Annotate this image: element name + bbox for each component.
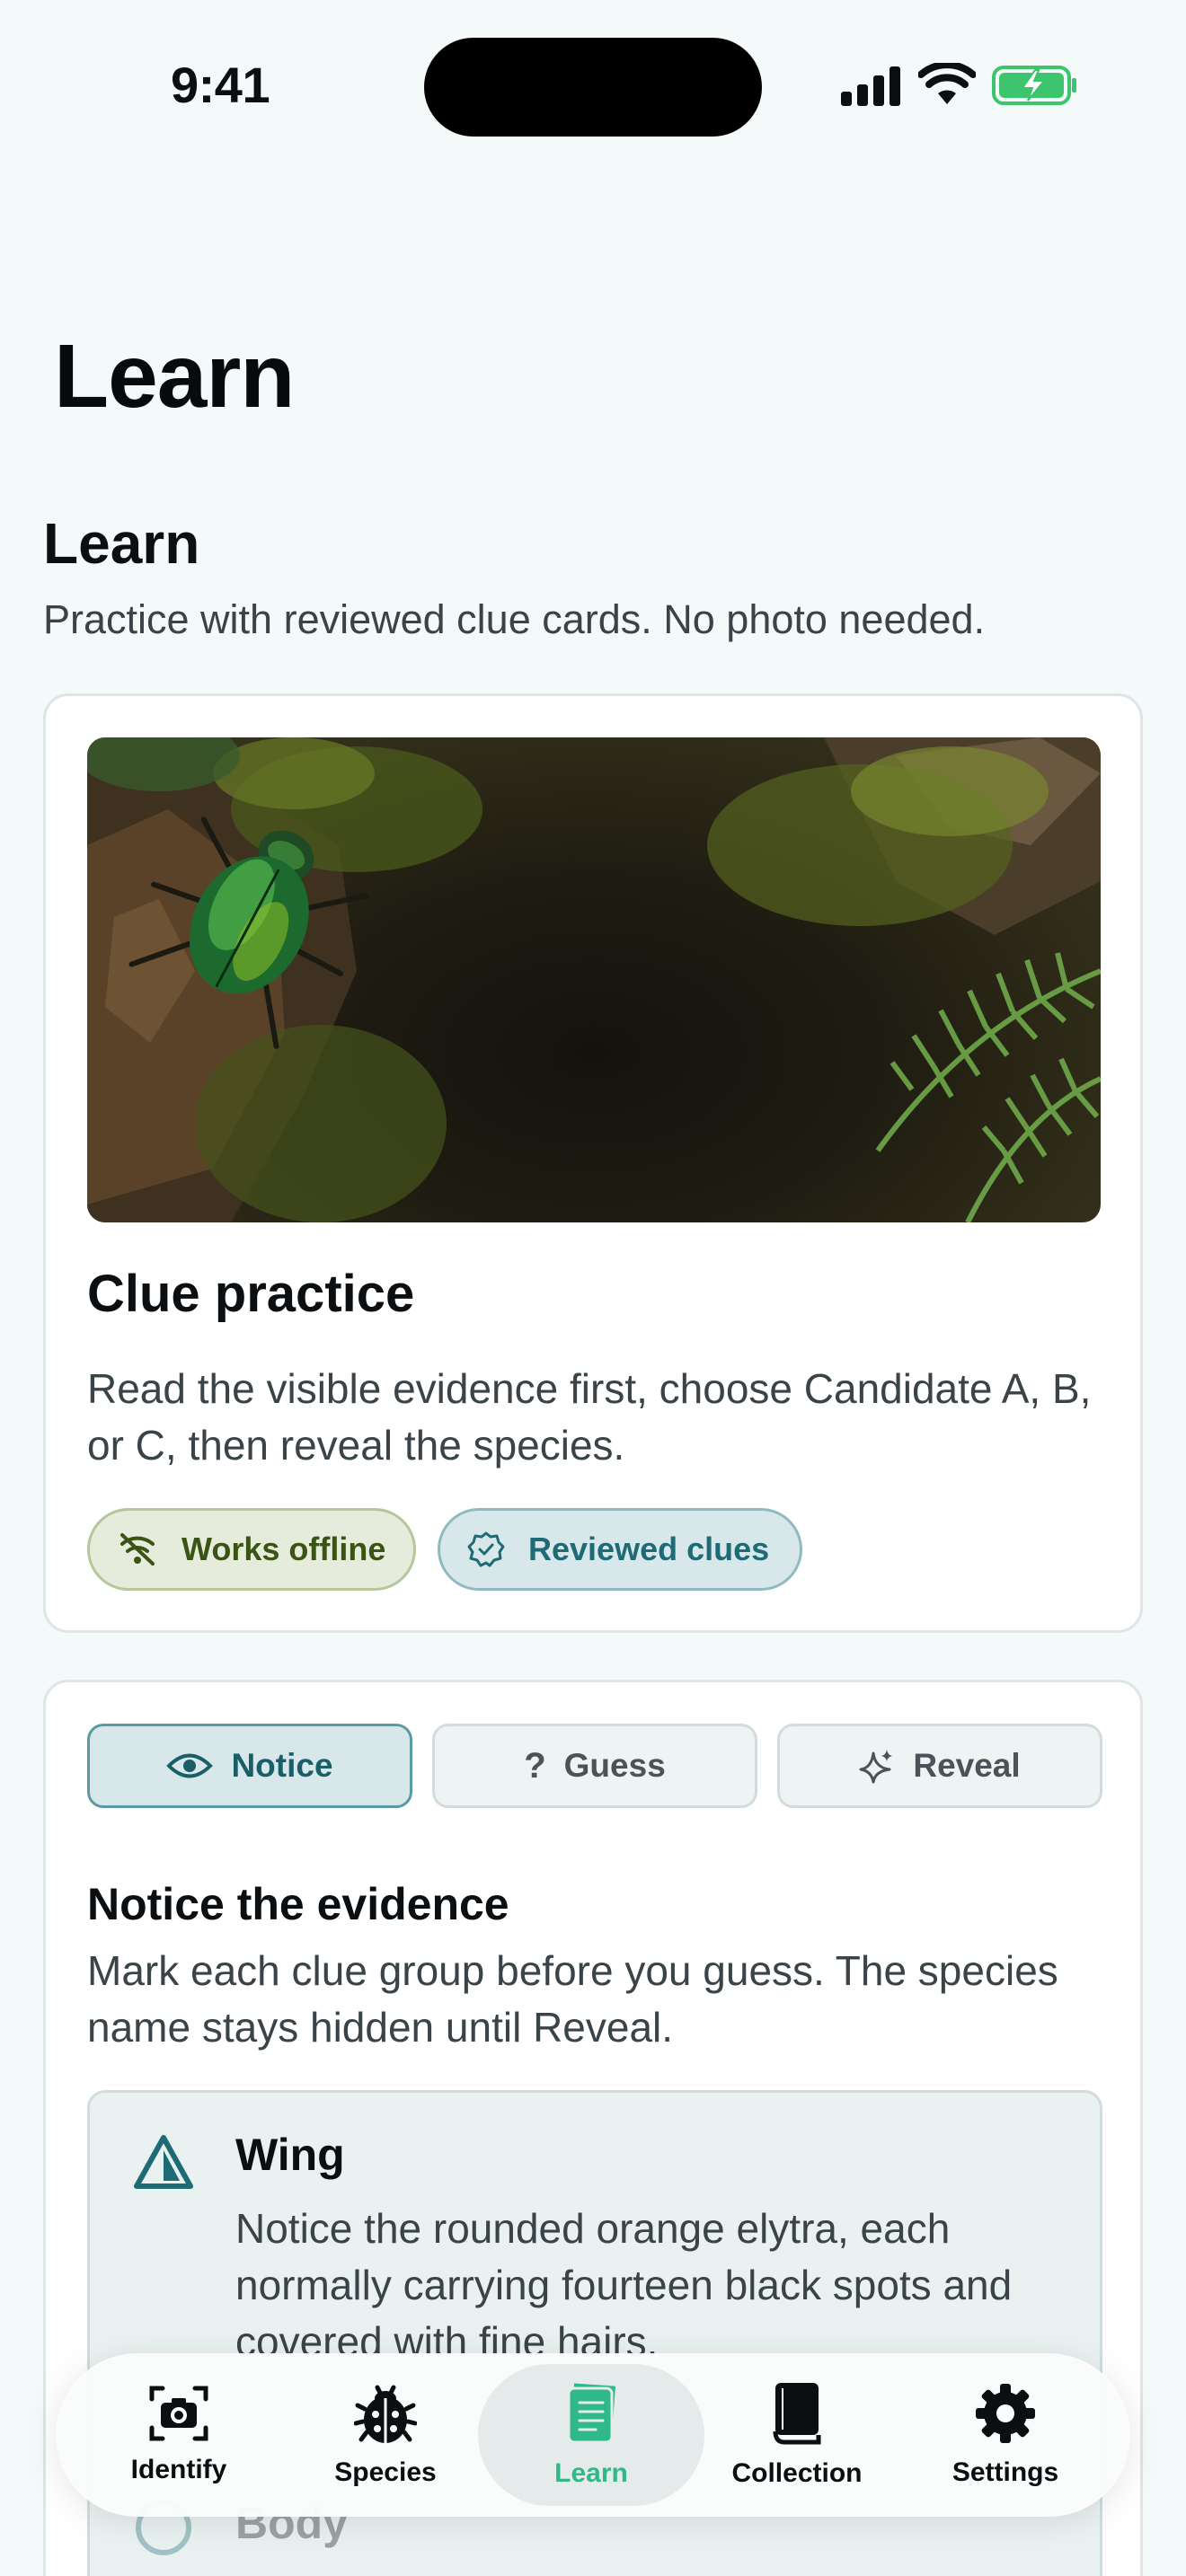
tab-species-label: Species <box>334 2457 437 2487</box>
tab-collection[interactable]: Collection <box>694 2364 900 2506</box>
tab-learn-label: Learn <box>554 2458 628 2488</box>
book-icon <box>773 2383 821 2445</box>
notice-heading: Notice the evidence <box>87 1879 509 1929</box>
tab-bar: Identify Species Learn Collection Settin… <box>56 2353 1130 2517</box>
step-reveal-label: Reveal <box>913 1747 1021 1784</box>
clue-text: Notice the rounded orange elytra, each n… <box>235 2205 1013 2365</box>
wifi-icon <box>918 63 976 104</box>
tab-identify[interactable]: Identify <box>75 2364 282 2506</box>
works-offline-label: Works offline <box>181 1531 386 1567</box>
gear-icon <box>976 2384 1035 2443</box>
step-guess-tab[interactable]: ? Guess <box>432 1724 757 1808</box>
status-bar: 9:41 <box>0 0 1186 171</box>
eye-icon <box>166 1753 214 1778</box>
cellular-signal-icon <box>841 65 902 106</box>
wing-triangle-icon <box>134 2135 193 2189</box>
card-description: Read the visible evidence first, choose … <box>87 1365 1092 1469</box>
tab-settings-label: Settings <box>951 2457 1059 2487</box>
question-icon: ? <box>524 1745 546 1786</box>
status-time: 9:41 <box>171 57 270 113</box>
step-notice-tab[interactable]: Notice <box>87 1724 412 1808</box>
tab-learn[interactable]: Learn <box>478 2364 704 2506</box>
step-guess-label: Guess <box>563 1747 666 1784</box>
verified-badge-icon <box>467 1531 505 1567</box>
works-offline-chip: Works offline <box>87 1508 416 1591</box>
camera-icon <box>149 2386 208 2441</box>
wifi-off-icon <box>120 1533 155 1566</box>
ladybug-icon <box>354 2385 417 2443</box>
notebook-icon <box>567 2383 615 2444</box>
battery-charging-icon <box>992 66 1076 105</box>
tab-identify-label: Identify <box>130 2455 227 2484</box>
reviewed-clues-label: Reviewed clues <box>528 1531 770 1567</box>
clue-title: Wing <box>235 2130 345 2180</box>
section-subtitle: Practice with reviewed clue cards. No ph… <box>43 596 986 642</box>
step-reveal-tab[interactable]: Reveal <box>777 1724 1102 1808</box>
dynamic-island <box>424 38 762 137</box>
card-heading: Clue practice <box>87 1265 415 1323</box>
tab-species[interactable]: Species <box>282 2364 489 2506</box>
clue-text: Broadly oval, strongly domed orange- <box>235 2569 1044 2576</box>
step-notice-label: Notice <box>231 1747 333 1784</box>
tab-collection-label: Collection <box>731 2458 863 2488</box>
beetle-hero-image <box>87 737 1101 1222</box>
notice-description: Mark each clue group before you guess. T… <box>87 1947 1058 2051</box>
section-title: Learn <box>43 511 200 576</box>
reviewed-clues-chip: Reviewed clues <box>438 1508 802 1591</box>
clue-practice-card[interactable]: Clue practice Read the visible evidence … <box>43 693 1143 1633</box>
tab-settings[interactable]: Settings <box>902 2364 1109 2506</box>
page-title: Learn <box>54 326 295 427</box>
sparkle-icon <box>859 1750 893 1784</box>
